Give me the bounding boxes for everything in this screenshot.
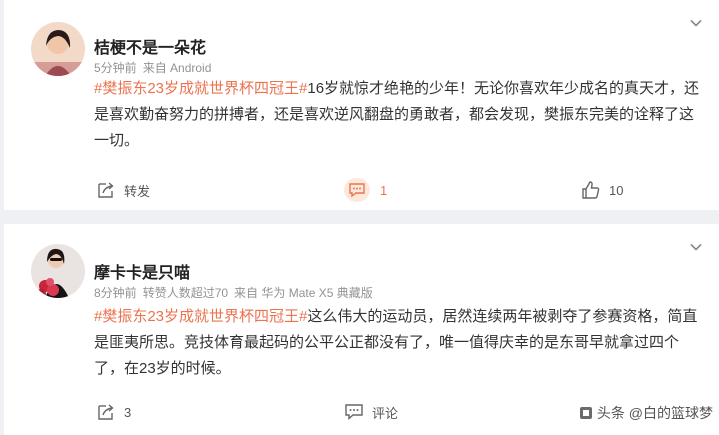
- topic-link[interactable]: #樊振东23岁成就世界杯四冠王#: [94, 80, 307, 97]
- avatar[interactable]: [31, 244, 85, 298]
- forward-icon: [98, 404, 114, 420]
- post-source: 来自 华为 Mate X5 典藏版: [234, 286, 373, 300]
- post-content: #樊振东23岁成就世界杯四冠王#这么伟大的运动员，居然连续两年被剥夺了参赛资格，…: [94, 304, 704, 382]
- comment-icon: [344, 178, 370, 202]
- forward-count: 3: [124, 404, 132, 420]
- username[interactable]: 桔梗不是一朵花: [94, 34, 206, 58]
- like-icon: [582, 181, 600, 199]
- action-bar: 转发 1 10: [4, 178, 719, 202]
- forward-icon: [98, 182, 114, 198]
- post-extra: 转赞人数超过70: [142, 286, 229, 300]
- comment-count: 1: [380, 182, 388, 198]
- avatar[interactable]: [31, 22, 85, 76]
- watermark-text: 头条 @白的篮球梦: [596, 405, 713, 421]
- post-time[interactable]: 5分钟前: [94, 61, 137, 75]
- chevron-down-icon[interactable]: [689, 16, 703, 30]
- comment-button[interactable]: 1: [344, 178, 387, 202]
- post-source: 来自 Android: [142, 61, 212, 75]
- forward-button[interactable]: 3: [96, 400, 131, 424]
- comment-label: 评论: [372, 405, 399, 421]
- post-meta: 5分钟前 来自 Android: [94, 59, 211, 76]
- post-time[interactable]: 8分钟前: [94, 286, 137, 300]
- post-meta: 8分钟前 转赞人数超过70 来自 华为 Mate X5 典藏版: [94, 284, 373, 301]
- post-content: #樊振东23岁成就世界杯四冠王#16岁就惊才绝艳的少年！无论你喜欢年少成名的真天…: [94, 76, 704, 154]
- forward-button[interactable]: 转发: [96, 178, 150, 202]
- toutiao-logo-icon: [579, 407, 592, 419]
- topic-link[interactable]: #樊振东23岁成就世界杯四冠王#: [94, 308, 307, 325]
- like-count: 10: [609, 182, 624, 198]
- comment-button[interactable]: 评论: [344, 400, 398, 424]
- comment-icon: [345, 404, 363, 421]
- forward-label: 转发: [124, 183, 151, 199]
- chevron-down-icon[interactable]: [689, 240, 703, 254]
- watermark: 头条 @白的篮球梦: [579, 403, 713, 423]
- username[interactable]: 摩卡卡是只喵: [94, 259, 190, 283]
- like-button[interactable]: 10: [581, 178, 623, 202]
- post-card: 桔梗不是一朵花 5分钟前 来自 Android #樊振东23岁成就世界杯四冠王#1…: [4, 0, 719, 210]
